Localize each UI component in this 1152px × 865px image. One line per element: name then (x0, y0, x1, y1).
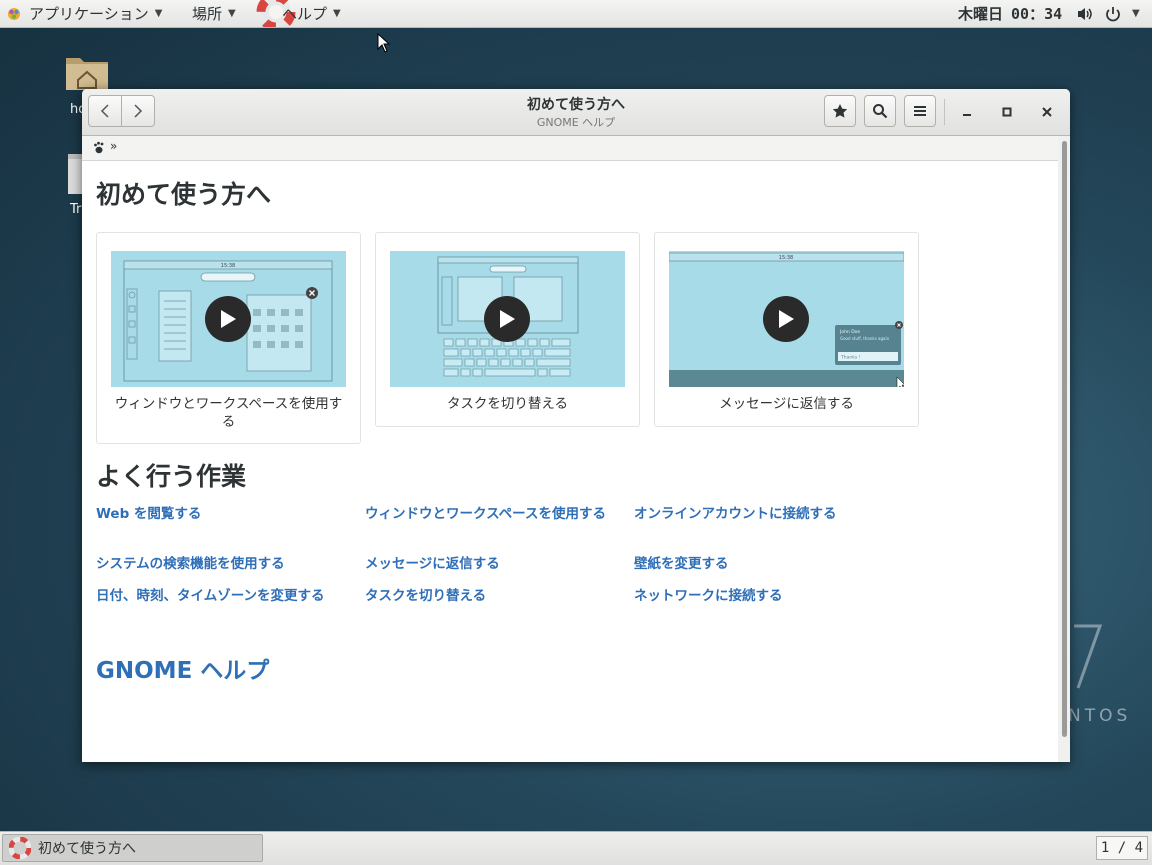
taskbar-window-label: 初めて使う方へ (38, 841, 136, 857)
task-link-search[interactable]: システムの検索機能を使用する (96, 555, 346, 573)
chevron-down-icon: ▼ (228, 8, 236, 19)
close-icon (1042, 107, 1052, 117)
bookmark-button[interactable] (824, 95, 856, 127)
star-icon (832, 104, 848, 118)
taskbar-window-button[interactable]: 初めて使う方へ (2, 834, 263, 862)
centos-brand-text: NTOS (1068, 706, 1132, 726)
play-icon (500, 310, 515, 328)
clock[interactable]: 木曜日 00：34 (958, 0, 1062, 27)
play-button[interactable] (205, 296, 251, 342)
bottom-panel: 初めて使う方へ 1 / 4 (0, 831, 1152, 865)
help-label: ヘルプ (282, 5, 328, 23)
header-bar: 初めて使う方へ GNOME ヘルプ (82, 89, 1070, 136)
minimize-icon (963, 114, 971, 116)
search-icon (873, 104, 888, 119)
help-app-menu[interactable]: ヘルプ ▼ (256, 0, 341, 27)
thumb-clock: 15:38 (221, 263, 235, 269)
lifebuoy-icon (9, 837, 31, 859)
applications-icon (8, 7, 20, 20)
chevron-down-icon: ▼ (154, 8, 163, 19)
thumb-notify-msg: Good stuff, thanks again (840, 336, 890, 341)
top-panel: アプリケーション ▼ 場所 ▼ ヘルプ ▼ 木曜日 00：34 ▼ (0, 0, 1152, 28)
thumb-notify-reply: Thanks ! (840, 355, 861, 361)
places-menu[interactable]: 場所 ▼ (192, 0, 236, 27)
mouse-cursor-icon (377, 33, 391, 53)
hamburger-icon (914, 106, 926, 116)
chevron-down-icon: ▼ (333, 8, 341, 19)
centos-logo-icon (1074, 624, 1103, 689)
task-link-online-accounts[interactable]: オンラインアカウントに接続する (634, 505, 884, 523)
task-link-datetime[interactable]: 日付、時刻、タイムゾーンを変更する (96, 587, 346, 605)
card-label: ウィンドウとワークスペースを使用する (114, 396, 343, 430)
play-icon (221, 310, 236, 328)
task-link-network[interactable]: ネットワークに接続する (634, 587, 884, 605)
clock-time: 00：34 (1011, 5, 1063, 23)
thumb-clock: 15:38 (779, 255, 793, 261)
system-menu[interactable]: ▼ (1076, 0, 1140, 27)
page-content: 初めて使う方へ 15:38 ウィンドウとワークスペースを使用する タスクを切り替… (82, 161, 1058, 762)
close-button[interactable] (1032, 97, 1062, 127)
applications-label: アプリケーション (29, 5, 149, 23)
video-card-windows-workspaces[interactable]: 15:38 ウィンドウとワークスペースを使用する (96, 232, 361, 444)
workspace-switcher[interactable]: 1 / 4 (1096, 836, 1148, 860)
desktop-trash-label: Tr (70, 202, 82, 217)
video-thumbnail: 15:38 John Doe Good stuff, thanks again … (669, 251, 904, 387)
task-link-browse-web[interactable]: Web を閲覧する (96, 505, 346, 523)
applications-menu[interactable]: アプリケーション ▼ (6, 0, 162, 27)
thumb-notify-name: John Doe (839, 329, 860, 335)
home-folder-icon (66, 58, 108, 90)
breadcrumb: » (82, 136, 1058, 161)
play-button[interactable] (484, 296, 530, 342)
power-icon (1106, 6, 1120, 21)
play-button[interactable] (763, 296, 809, 342)
gnome-help-link[interactable]: GNOME ヘルプ (96, 651, 269, 685)
common-tasks-heading: よく行う作業 (96, 462, 247, 491)
task-link-switch-tasks[interactable]: タスクを切り替える (365, 587, 615, 605)
card-label: タスクを切り替える (446, 396, 569, 412)
task-link-reply-messages[interactable]: メッセージに返信する (365, 555, 615, 573)
card-label: メッセージに返信する (719, 396, 854, 412)
gnome-foot-icon[interactable] (93, 141, 105, 154)
video-thumbnail: 15:38 (111, 251, 346, 387)
play-icon (779, 310, 794, 328)
maximize-button[interactable] (992, 97, 1022, 127)
clock-day: 木曜日 (958, 5, 1004, 23)
help-window: 初めて使う方へ GNOME ヘルプ » 初めて使う方へ 15:38 ウィンドウと… (82, 89, 1070, 762)
video-thumbnail (390, 251, 625, 387)
minimize-button[interactable] (952, 97, 982, 127)
video-card-switch-tasks[interactable]: タスクを切り替える (375, 232, 640, 427)
places-label: 場所 (192, 5, 223, 23)
chevron-down-icon: ▼ (1132, 8, 1140, 19)
scrollbar[interactable] (1058, 136, 1070, 762)
scrollbar-thumb[interactable] (1062, 141, 1067, 737)
page-heading: 初めて使う方へ (96, 180, 272, 209)
menu-button[interactable] (904, 95, 936, 127)
header-separator (944, 99, 945, 125)
maximize-icon (1002, 107, 1012, 117)
task-link-wallpaper[interactable]: 壁紙を変更する (634, 555, 884, 573)
breadcrumb-separator: » (110, 139, 118, 153)
video-card-reply-messages[interactable]: 15:38 John Doe Good stuff, thanks again … (654, 232, 919, 427)
search-button[interactable] (864, 95, 896, 127)
task-link-windows-workspaces[interactable]: ウィンドウとワークスペースを使用する (365, 505, 615, 523)
volume-icon (1078, 7, 1092, 20)
